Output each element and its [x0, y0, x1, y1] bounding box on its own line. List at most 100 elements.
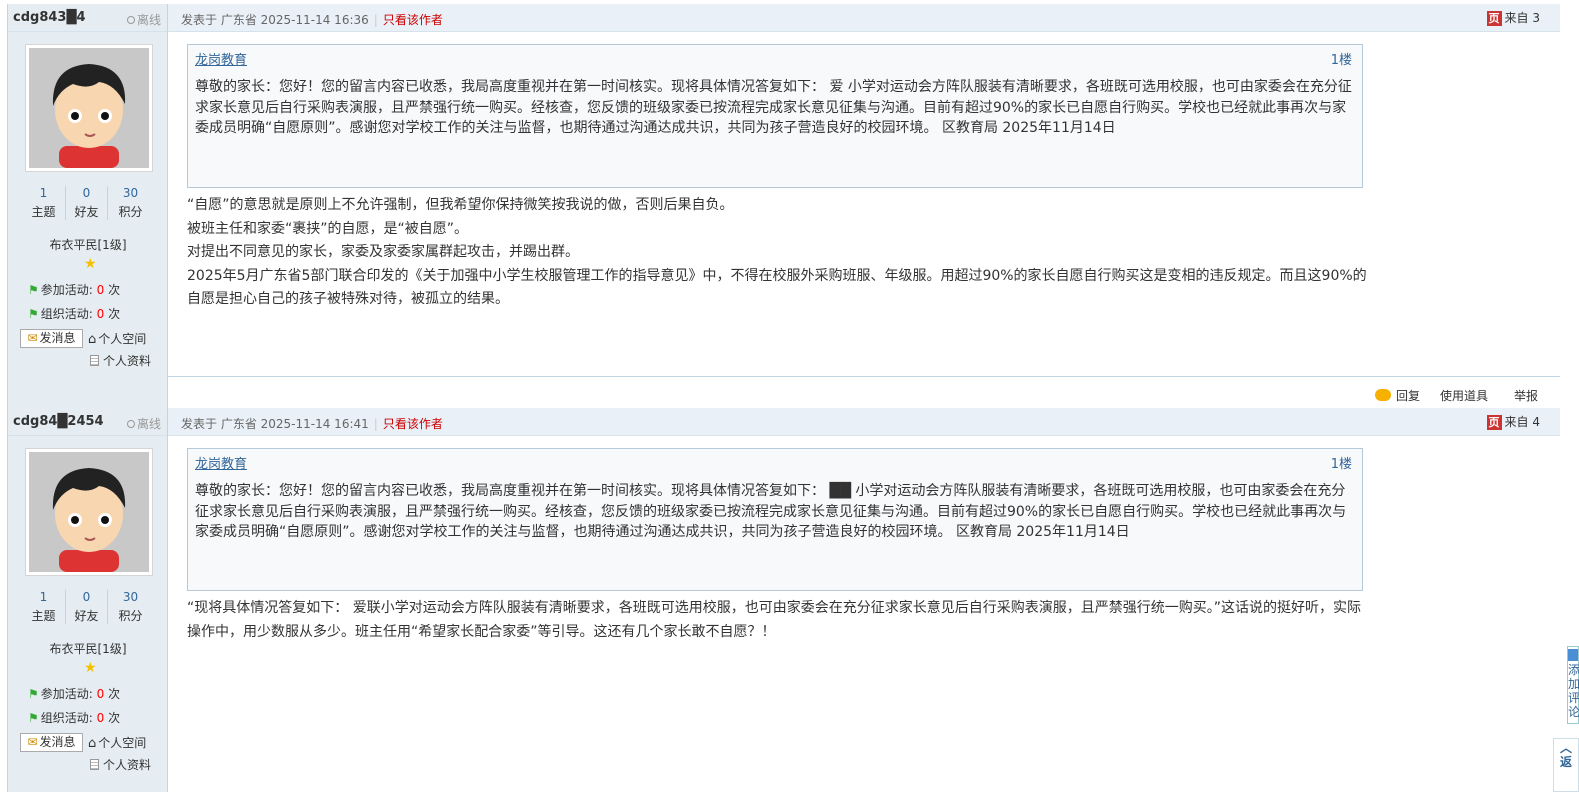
status-label: 离线	[136, 417, 161, 431]
stat-friends[interactable]: 0 好友	[65, 186, 108, 220]
post-paragraph: “现将具体情况答复如下： 爱联小学对运动会方阵队服装有清晰要求，各班既可选用校服…	[187, 600, 1361, 640]
post-header: 发表于 广东省 2025-11-14 16:41 | 只看该作者 页来自 4	[168, 408, 1560, 436]
personal-profile-link[interactable]: 个人资料	[90, 352, 151, 369]
runner-icon: ⚑	[28, 283, 39, 297]
personal-profile-link[interactable]: 个人资料	[90, 756, 151, 773]
post-paragraph: “自愿”的意思就是原则上不允许强制，但我希望你保持微笑按我说的做，否则后果自负。	[187, 197, 734, 213]
stat-label: 好友	[74, 609, 99, 623]
stat-label: 积分	[118, 205, 143, 219]
quote-block: 龙岗教育 1楼 尊敬的家长：您好！您的留言内容已收悉，我局高度重视并在第一时间核…	[187, 44, 1363, 188]
only-author-link[interactable]: 只看该作者	[383, 417, 443, 431]
user-header: cdg843█4 离线	[8, 4, 167, 32]
chevron-up-icon: ︿	[1559, 741, 1572, 755]
activity-unit: 次	[104, 307, 121, 321]
stat-label: 主题	[31, 205, 56, 219]
offline-icon	[126, 16, 135, 24]
activity-organized: ⚑ 组织活动: 0 次	[28, 709, 120, 726]
quote-floor: 1楼	[1330, 457, 1352, 472]
personal-space-link[interactable]: ⌂ 个人空间	[88, 330, 146, 347]
avatar[interactable]	[25, 44, 153, 172]
runner-icon: ⚑	[28, 687, 39, 701]
post-header: 发表于 广东省 2025-11-14 16:36 | 只看该作者 页来自 3	[168, 4, 1560, 32]
stat-friends[interactable]: 0 好友	[65, 590, 108, 624]
activity-label: 参加活动:	[40, 687, 93, 701]
only-author-link[interactable]: 只看该作者	[383, 13, 443, 27]
stat-topics[interactable]: 1 主题	[22, 186, 65, 220]
post-meta: 发表于 广东省 2025-11-14 16:41 | 只看该作者	[181, 415, 443, 432]
post-content: 发表于 广东省 2025-11-14 16:41 | 只看该作者 页来自 4 龙岗教…	[168, 408, 1560, 792]
post-source: 页来自 4	[1486, 413, 1540, 430]
runner-icon: ⚑	[28, 711, 39, 725]
send-message-button[interactable]: ✉ 发消息	[20, 733, 83, 752]
stat-label: 积分	[118, 609, 143, 623]
username-link[interactable]: cdg84█2454	[13, 414, 104, 429]
stat-points[interactable]: 30 积分	[109, 590, 152, 624]
back-to-top-button[interactable]: ︿ 返	[1553, 738, 1579, 792]
stat-value: 1	[39, 186, 48, 200]
add-comment-label: 添加评论	[1568, 663, 1579, 719]
use-tools-link[interactable]: 使用道具	[1440, 387, 1488, 404]
user-sidebar: cdg84█2454 离线 1 主题 0 好友 30 积分 布衣平民[1级] ★ ⚑ 参…	[8, 408, 168, 792]
activity-unit: 次	[104, 711, 121, 725]
activity-label: 组织活动:	[40, 711, 93, 725]
report-link[interactable]: 举报	[1514, 387, 1538, 404]
send-message-label: 发消息	[39, 331, 76, 345]
activity-joined: ⚑ 参加活动: 0 次	[28, 685, 120, 702]
add-comment-tab[interactable]: 添加评论	[1567, 646, 1579, 724]
back-to-top-label: 返	[1559, 755, 1572, 769]
online-status: 离线	[126, 11, 161, 28]
reply-button[interactable]: 回复	[1374, 387, 1420, 404]
stat-value: 0	[82, 590, 91, 604]
user-header: cdg84█2454 离线	[8, 408, 167, 436]
post-footer: 回复 使用道具 举报	[168, 376, 1560, 408]
activity-label: 参加活动:	[40, 283, 93, 297]
home-icon: ⌂	[88, 736, 97, 751]
user-stats: 1 主题 0 好友 30 积分	[22, 186, 152, 224]
source-badge-icon: 页	[1486, 11, 1502, 26]
star-icon: ★	[84, 660, 97, 676]
stat-value: 30	[122, 590, 139, 604]
stat-points[interactable]: 30 积分	[109, 186, 152, 220]
status-label: 离线	[136, 13, 161, 27]
online-status: 离线	[126, 415, 161, 432]
source-label: 来自 3	[1504, 11, 1540, 25]
avatar[interactable]	[25, 448, 153, 576]
reply-label: 回复	[1395, 389, 1420, 403]
quote-author-link[interactable]: 龙岗教育	[195, 453, 247, 472]
stat-topics[interactable]: 1 主题	[22, 590, 65, 624]
quote-block: 龙岗教育 1楼 尊敬的家长：您好！您的留言内容已收悉，我局高度重视并在第一时间核…	[187, 448, 1363, 591]
personal-space-label: 个人空间	[98, 332, 147, 346]
activity-unit: 次	[104, 687, 121, 701]
username-link[interactable]: cdg843█4	[13, 10, 86, 25]
posted-time: 发表于 广东省 2025-11-14 16:36	[181, 13, 369, 27]
source-badge-icon: 页	[1486, 415, 1502, 430]
envelope-icon: ✉	[27, 331, 38, 345]
send-message-button[interactable]: ✉ 发消息	[20, 329, 83, 348]
user-rank[interactable]: 布衣平民[1级]	[8, 236, 168, 253]
pen-icon	[1568, 649, 1578, 661]
post-paragraph: 对提出不同意见的家长，家委及家委家属群起攻击，并踢出群。	[187, 244, 579, 260]
stat-value: 0	[82, 186, 91, 200]
separator: |	[373, 417, 378, 431]
document-icon	[90, 759, 99, 770]
activity-joined: ⚑ 参加活动: 0 次	[28, 281, 120, 298]
stat-label: 主题	[31, 609, 56, 623]
personal-space-link[interactable]: ⌂ 个人空间	[88, 734, 146, 751]
avatar-image	[29, 452, 149, 572]
quote-text: 尊敬的家长：您好！您的留言内容已收悉，我局高度重视并在第一时间核实。现将具体情况…	[195, 79, 1352, 136]
user-rank[interactable]: 布衣平民[1级]	[8, 640, 168, 657]
star-icon: ★	[84, 256, 97, 272]
personal-space-label: 个人空间	[98, 736, 147, 750]
post-content: 发表于 广东省 2025-11-14 16:36 | 只看该作者 页来自 3 龙岗教…	[168, 4, 1560, 408]
quote-author-link[interactable]: 龙岗教育	[195, 49, 247, 68]
source-label: 来自 4	[1504, 415, 1540, 429]
separator: |	[373, 13, 378, 27]
user-sidebar: cdg843█4 离线 1 主题 0 好友 30 积分 布衣平民[1级] ★ ⚑ 参加活…	[8, 4, 168, 408]
envelope-icon: ✉	[27, 735, 38, 749]
document-icon	[90, 355, 99, 366]
posted-time: 发表于 广东省 2025-11-14 16:41	[181, 417, 369, 431]
activity-organized: ⚑ 组织活动: 0 次	[28, 305, 120, 322]
offline-icon	[126, 420, 135, 428]
post-source: 页来自 3	[1486, 9, 1540, 26]
stat-value: 1	[39, 590, 48, 604]
